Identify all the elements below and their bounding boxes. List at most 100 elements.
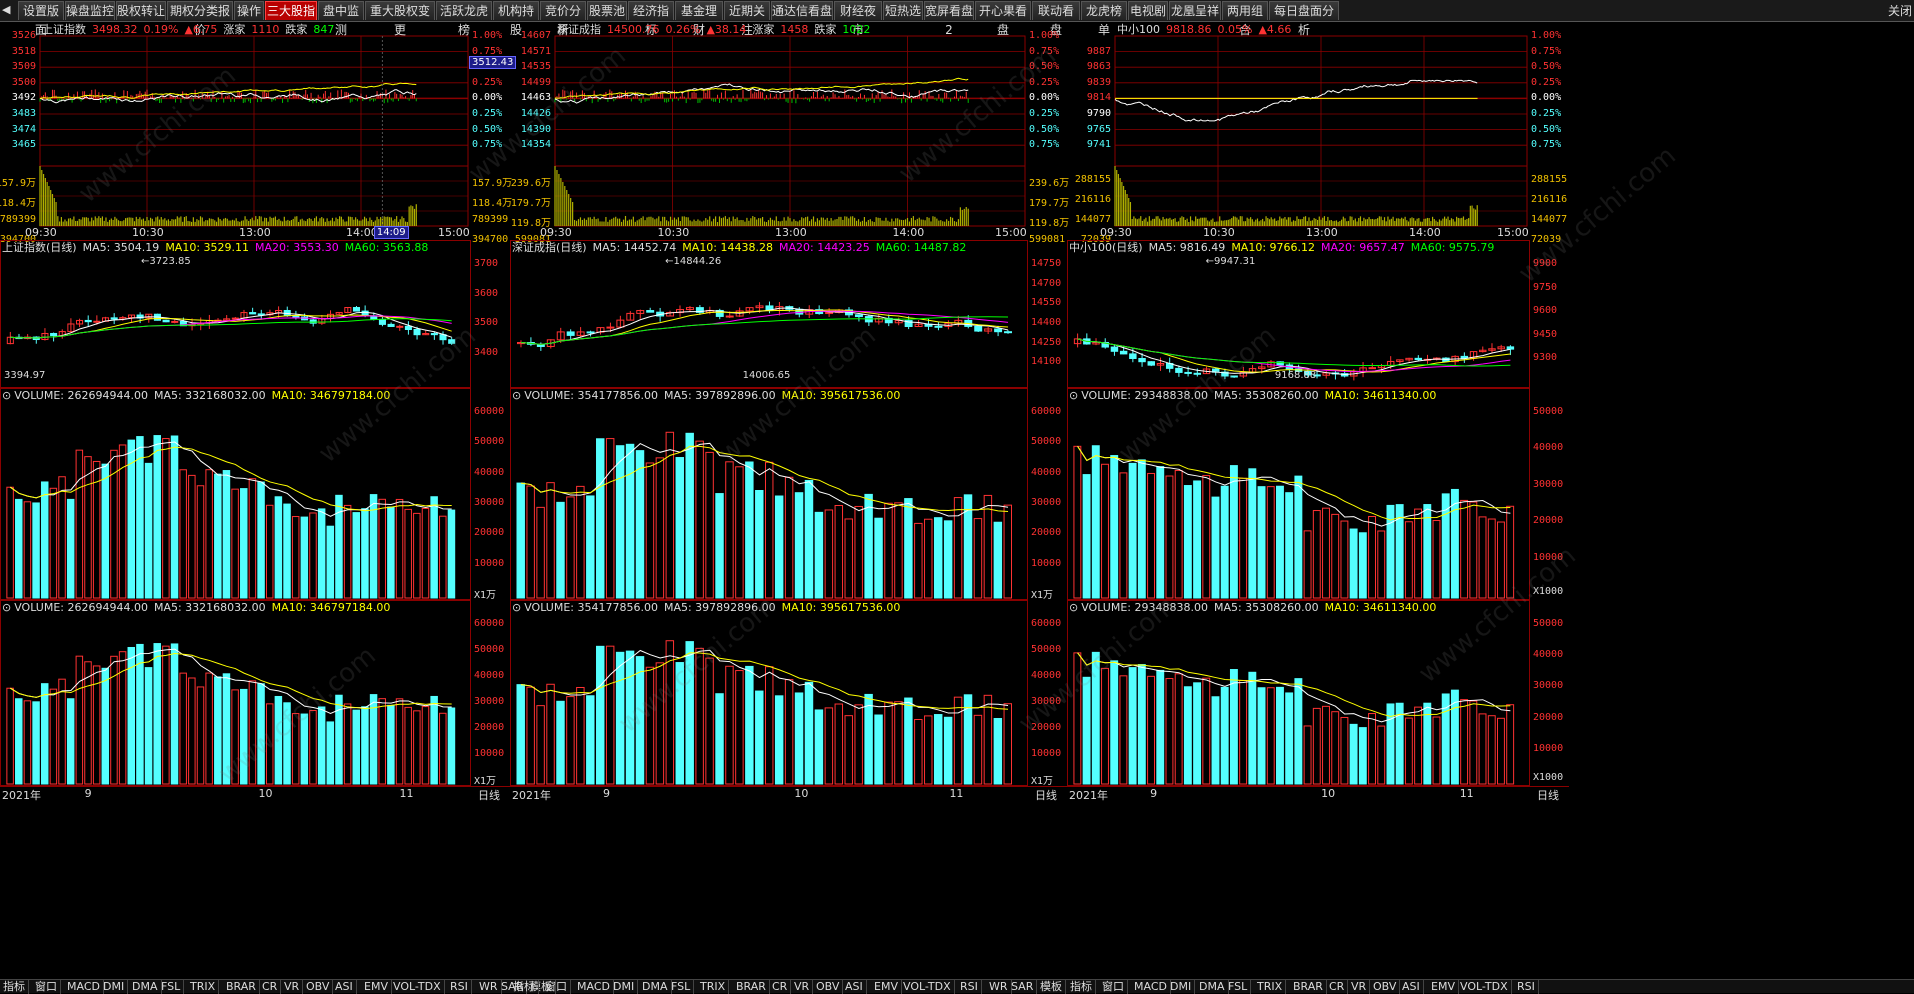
volume-tick: 239.6万 — [510, 178, 551, 189]
indicator-tab-cr[interactable]: CR — [259, 980, 282, 994]
date-label: 2021年 — [512, 789, 551, 802]
indicator-tab-sar[interactable]: SAR — [1008, 980, 1038, 994]
price-tick: 14607 — [520, 30, 551, 41]
indicator-tab-vol-tdx[interactable]: VOL-TDX — [1457, 980, 1512, 994]
indicator-tab-macd[interactable]: MACD — [574, 980, 614, 994]
indicator-tab-dma[interactable]: DMA — [129, 980, 162, 994]
indicator-tab-trix[interactable]: TRIX — [697, 980, 730, 994]
indicator-tab-cr[interactable]: CR — [769, 980, 792, 994]
down-label: 跌家 — [814, 23, 837, 36]
tab-3[interactable]: 期权分类报价 — [167, 1, 233, 37]
close-button[interactable]: 关闭 — [1888, 2, 1912, 19]
volume-tick: 20000 — [474, 722, 505, 733]
ma60-label: MA60: 3563.88 — [344, 241, 429, 254]
tab-0[interactable]: 设置版面 — [18, 1, 64, 37]
tab-9[interactable]: 机构持股 — [493, 1, 539, 37]
indicator-tab-obv[interactable]: OBV — [813, 980, 844, 994]
indicator-tab-emv[interactable]: EMV — [1428, 980, 1459, 994]
indicator-tab-dmi[interactable]: DMI — [1167, 980, 1196, 994]
indicator-tab-fsl[interactable]: FSL — [668, 980, 695, 994]
tab-12[interactable]: 经济指标 — [628, 1, 674, 37]
indicator-tab-vol-tdx[interactable]: VOL-TDX — [390, 980, 445, 994]
tab-22[interactable]: 电视剧 — [1128, 1, 1168, 20]
tab-1[interactable]: 操盘监控 — [65, 1, 115, 20]
indicator-tab-rsi[interactable]: RSI — [447, 980, 472, 994]
volume-bars — [6, 435, 456, 599]
volume-tick: 144077 — [1074, 214, 1111, 225]
indicator-tab-macd[interactable]: MACD — [1131, 980, 1171, 994]
indicator-tab-dma[interactable]: DMA — [639, 980, 672, 994]
indicator-tab-asi[interactable]: ASI — [1399, 980, 1424, 994]
indicator-tab-窗口[interactable]: 窗口 — [32, 980, 61, 994]
scroll-left-icon[interactable]: ◀ — [2, 3, 10, 16]
indicator-tab-brar[interactable]: BRAR — [1290, 980, 1327, 994]
tab-21[interactable]: 龙虎榜单 — [1081, 1, 1127, 37]
indicator-tab-dmi[interactable]: DMI — [610, 980, 639, 994]
indicator-tab-fsl[interactable]: FSL — [158, 980, 185, 994]
tab-7[interactable]: 重大股权变更 — [365, 1, 435, 37]
indicator-tab-brar[interactable]: BRAR — [223, 980, 260, 994]
tab-2[interactable]: 股权转让 — [116, 1, 166, 20]
time-label: 10:30 — [657, 226, 690, 239]
up-label: 涨家 — [223, 23, 246, 36]
tab-23[interactable]: 龙凰呈祥 — [1169, 1, 1221, 20]
volume-tick: 144077 — [1531, 214, 1568, 225]
indicator-tab-obv[interactable]: OBV — [303, 980, 334, 994]
indicator-tab-trix[interactable]: TRIX — [187, 980, 220, 994]
cursor-time-box: 14:09 — [373, 226, 409, 239]
tab-18[interactable]: 宽屏看盘2 — [924, 1, 974, 37]
tab-14[interactable]: 近期关注 — [724, 1, 770, 37]
indicator-tab-rsi[interactable]: RSI — [957, 980, 982, 994]
indicator-tab-fsl[interactable]: FSL — [1225, 980, 1252, 994]
indicator-tab-vr[interactable]: VR — [791, 980, 814, 994]
volume-tick: 10000 — [474, 557, 505, 569]
ma10-line — [10, 314, 452, 339]
indicator-tab-窗口[interactable]: 窗口 — [542, 980, 571, 994]
volume-value: VOLUME: 29348838.00 — [1081, 601, 1208, 614]
tab-8[interactable]: 活跃龙虎榜 — [436, 1, 492, 37]
tab-13[interactable]: 基金理财 — [675, 1, 723, 37]
tab-15[interactable]: 通达信看盘 — [771, 1, 833, 20]
tab-24[interactable]: 两用组合 — [1222, 1, 1268, 37]
volume-axis: 60000 50000 40000 30000 20000 10000 X1万 — [1031, 388, 1071, 601]
indicator-tab-obv[interactable]: OBV — [1370, 980, 1401, 994]
volume-panel-2: ⊙ VOLUME: 29348838.00 MA5: 35308260.00 MA10… — [1067, 388, 1569, 600]
tab-16[interactable]: 财经夜市 — [834, 1, 882, 37]
indicator-tab-rsi[interactable]: RSI — [1514, 980, 1539, 994]
indicator-tab-vol-tdx[interactable]: VOL-TDX — [900, 980, 955, 994]
tab-19[interactable]: 开心果看盘 — [975, 1, 1031, 37]
indicator-tab-trix[interactable]: TRIX — [1254, 980, 1287, 994]
kline-tick: 3400 — [474, 346, 499, 358]
price-tick: 9790 — [1086, 108, 1111, 119]
indicator-tab-窗口[interactable]: 窗口 — [1099, 980, 1128, 994]
tab-5[interactable]: 三大股指 — [265, 1, 317, 20]
volume-tick: 157.9万 — [472, 178, 513, 189]
volume-tick: 118.4万 — [472, 198, 513, 209]
indicator-tab-brar[interactable]: BRAR — [733, 980, 770, 994]
indicator-tab-emv[interactable]: EMV — [871, 980, 902, 994]
indicator-tab-vr[interactable]: VR — [281, 980, 304, 994]
tab-25[interactable]: 每日盘面分析 — [1269, 1, 1339, 37]
tab-17[interactable]: 短热选 — [883, 1, 923, 20]
tab-4[interactable]: 操作 — [234, 1, 264, 20]
indicator-tab-asi[interactable]: ASI — [842, 980, 867, 994]
indicator-tab-vr[interactable]: VR — [1348, 980, 1371, 994]
indicator-tab-dmi[interactable]: DMI — [100, 980, 129, 994]
kline-tick: 9600 — [1533, 305, 1558, 317]
tab-11[interactable]: 股票池 — [587, 1, 627, 20]
indicator-tab-dma[interactable]: DMA — [1196, 980, 1229, 994]
indicator-tab-指标[interactable]: 指标 — [510, 980, 539, 994]
tab-6[interactable]: 盘中监测 — [318, 1, 364, 37]
kline-chart-1 — [510, 240, 1028, 388]
index-name: 深证成指 — [557, 23, 601, 36]
tab-20[interactable]: 联动看盘 — [1032, 1, 1080, 37]
indicator-tab-指标[interactable]: 指标 — [1067, 980, 1096, 994]
indicator-tab-模板[interactable]: 模板 — [1037, 980, 1066, 994]
indicator-tab-macd[interactable]: MACD — [64, 980, 104, 994]
volume-tick: 789399 — [0, 214, 36, 225]
indicator-tab-emv[interactable]: EMV — [361, 980, 392, 994]
tab-10[interactable]: 竞价分析 — [540, 1, 586, 37]
indicator-tab-指标[interactable]: 指标 — [0, 980, 29, 994]
indicator-tab-asi[interactable]: ASI — [332, 980, 357, 994]
indicator-tab-cr[interactable]: CR — [1326, 980, 1349, 994]
